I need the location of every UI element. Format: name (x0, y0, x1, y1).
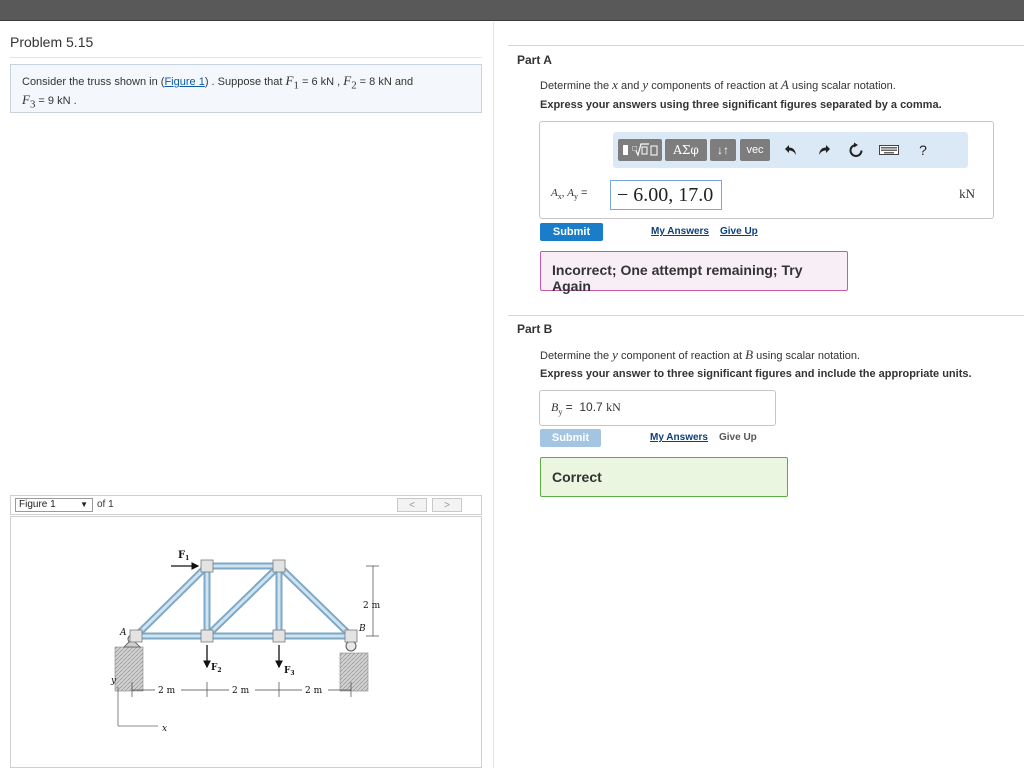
problem-statement: Consider the truss shown in (Figure 1) .… (10, 64, 482, 113)
part-b-answer-box: By = 10.7 kN (539, 390, 776, 426)
keyboard-icon[interactable] (877, 140, 901, 160)
part-a-unit: kN (959, 186, 975, 201)
part-a-label: Part A (517, 53, 552, 67)
svg-text:□: □ (632, 145, 638, 152)
part-b-my-answers-link[interactable]: My Answers (650, 432, 708, 443)
part-b-answer-value: 10.7 (579, 400, 603, 414)
span-1-label: 2 m (158, 686, 176, 696)
part-a-feedback: Incorrect; One attempt remaining; Try Ag… (540, 251, 848, 294)
part-b-answer-unit: kN (606, 400, 621, 414)
part-b-answer: By = 10.7 kN (551, 400, 621, 417)
node-b-label: B (358, 624, 366, 634)
part-a-answer-input[interactable]: − 6.00, 17.0 (610, 180, 722, 210)
x-axis-label: x (162, 724, 167, 734)
force-f1-label: F1 (178, 550, 189, 562)
part-a-answer-label: Ax, Ay = (551, 187, 588, 202)
figure-toolbar: Figure 1 ▼ of 1 < > (10, 495, 482, 515)
rocker-b (345, 640, 357, 652)
part-b-bold-instruction: Express your answer to three significant… (540, 368, 972, 380)
y-axis-label: y (110, 676, 117, 686)
templates-button[interactable]: □ (618, 139, 662, 161)
part-a-give-up-link[interactable]: Give Up (720, 226, 758, 237)
support-left-ground (114, 646, 144, 692)
undo-icon[interactable] (781, 140, 801, 160)
templates-icon: □ (623, 143, 658, 157)
next-figure-button[interactable]: > (432, 498, 462, 512)
arrows-button[interactable]: ↓↑ (710, 139, 736, 161)
force-f3-label: F3 (284, 666, 295, 677)
math-toolbar: □ ΑΣφ ↓↑ vec ? (613, 132, 968, 168)
part-a-instruction: Determine the x and y components of reac… (540, 77, 896, 92)
figure-select[interactable]: Figure 1 ▼ (15, 498, 93, 512)
part-b-submit-button[interactable]: Submit (540, 429, 601, 447)
part-b-instruction: Determine the y component of reaction at… (540, 347, 861, 362)
figure-area: F1 F2 F3 A B 2 m 2 m 2 m 2 m y x (10, 516, 482, 768)
span-3-label: 2 m (305, 686, 323, 696)
figure-link[interactable]: Figure 1 (164, 76, 204, 88)
part-b-rule (508, 315, 1024, 316)
part-b-give-up-link[interactable]: Give Up (719, 432, 757, 443)
top-bar (0, 0, 1024, 21)
span-2-label: 2 m (232, 686, 250, 696)
part-a-my-answers-link[interactable]: My Answers (651, 226, 709, 237)
help-icon[interactable]: ? (913, 140, 933, 160)
truss-diagram: F1 F2 F3 A B 2 m 2 m 2 m 2 m y x (110, 550, 381, 734)
greek-button[interactable]: ΑΣφ (665, 139, 707, 161)
node-a-label: A (119, 628, 127, 638)
support-right-ground (339, 652, 369, 692)
divider (10, 57, 482, 58)
part-a-rule (508, 45, 1024, 46)
part-b-feedback: Correct (540, 457, 788, 497)
part-a-submit-button[interactable]: Submit (540, 223, 603, 241)
column-separator (493, 22, 494, 768)
force-f2-label: F2 (211, 663, 222, 674)
problem-title: Problem 5.15 (10, 34, 94, 50)
prev-figure-button[interactable]: < (397, 498, 427, 512)
redo-icon[interactable] (814, 140, 834, 160)
reset-icon[interactable] (846, 140, 866, 160)
figure-count: of 1 (97, 499, 114, 510)
part-a-answer-box: □ ΑΣφ ↓↑ vec ? Ax, Ay = − 6.00, 17.0 kN (539, 121, 994, 219)
vec-button[interactable]: vec (740, 139, 770, 161)
part-b-label: Part B (517, 322, 553, 336)
height-dim-label: 2 m (363, 601, 381, 611)
dropdown-arrow-icon: ▼ (80, 500, 88, 509)
part-a-bold-instruction: Express your answers using three signifi… (540, 99, 942, 111)
